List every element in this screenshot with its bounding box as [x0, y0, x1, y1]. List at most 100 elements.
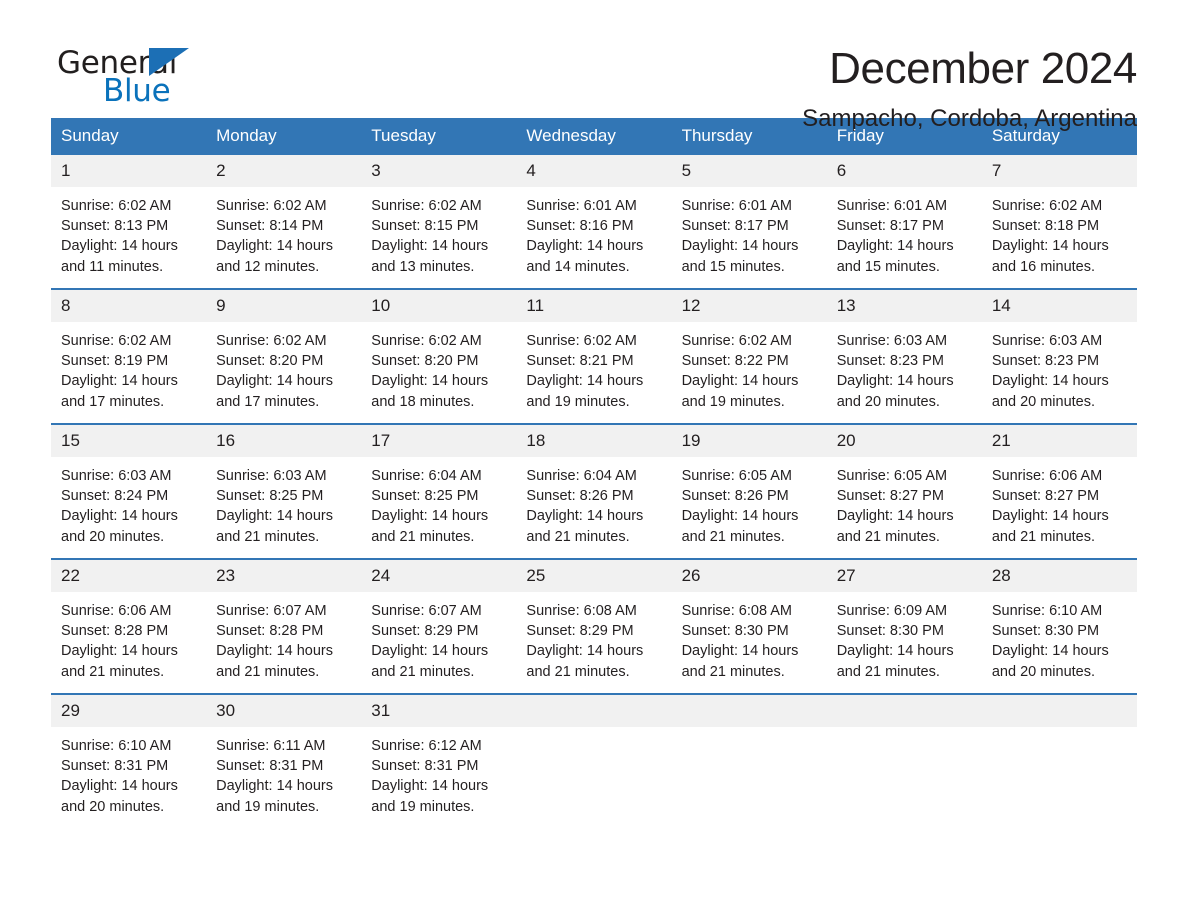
day-number: 7 — [981, 155, 1137, 187]
daylight-text-line1: Daylight: 14 hours — [61, 643, 178, 660]
day-cell[interactable]: 6 Sunrise: 6:01 AM Sunset: 8:17 PM Dayli… — [826, 155, 982, 289]
day-cell[interactable]: 19 Sunrise: 6:05 AM Sunset: 8:26 PM Dayl… — [671, 423, 827, 559]
day-number: 17 — [361, 425, 517, 457]
day-number: 13 — [826, 290, 982, 322]
day-cell[interactable]: 7 Sunrise: 6:02 AM Sunset: 8:18 PM Dayli… — [981, 155, 1137, 289]
daylight-text-line1: Daylight: 14 hours — [216, 778, 334, 795]
day-cell[interactable]: 2 Sunrise: 6:02 AM Sunset: 8:14 PM Dayli… — [206, 155, 362, 289]
day-info: Sunrise: 6:02 AM Sunset: 8:18 PM Dayligh… — [982, 187, 1137, 277]
day-info: Sunrise: 6:03 AM Sunset: 8:24 PM Dayligh… — [51, 457, 206, 547]
day-cell[interactable]: 14 Sunrise: 6:03 AM Sunset: 8:23 PM Dayl… — [981, 288, 1137, 424]
day-number: 23 — [206, 560, 362, 592]
day-cell[interactable]: 16 Sunrise: 6:03 AM Sunset: 8:25 PM Dayl… — [206, 423, 362, 559]
sunrise-text: Sunrise: 6:02 AM — [216, 198, 327, 214]
sunset-text: Sunset: 8:30 PM — [991, 623, 1100, 640]
calendar-page: General Blue December 2024 Sampacho, Cor… — [0, 0, 1188, 918]
day-number: 20 — [826, 425, 982, 457]
day-number: 8 — [51, 290, 207, 322]
day-cell[interactable]: 13 Sunrise: 6:03 AM Sunset: 8:23 PM Dayl… — [826, 288, 982, 424]
day-cell[interactable]: 15 Sunrise: 6:03 AM Sunset: 8:24 PM Dayl… — [51, 423, 207, 559]
daylight-text-line1: Daylight: 14 hours — [836, 643, 954, 660]
day-cell[interactable]: 9 Sunrise: 6:02 AM Sunset: 8:20 PM Dayli… — [206, 288, 362, 424]
logo-text-blue: Blue — [103, 73, 171, 109]
daylight-text-line2: and 21 minutes. — [836, 663, 940, 680]
daylight-text-line2: and 21 minutes. — [371, 663, 475, 680]
day-info: Sunrise: 6:03 AM Sunset: 8:25 PM Dayligh… — [206, 457, 361, 547]
sunrise-text: Sunrise: 6:11 AM — [216, 738, 326, 754]
day-info: Sunrise: 6:08 AM Sunset: 8:29 PM Dayligh… — [516, 592, 671, 682]
day-cell[interactable]: 24 Sunrise: 6:07 AM Sunset: 8:29 PM Dayl… — [361, 558, 517, 694]
day-info: Sunrise: 6:12 AM Sunset: 8:31 PM Dayligh… — [361, 727, 516, 817]
day-cell[interactable]: 31 Sunrise: 6:12 AM Sunset: 8:31 PM Dayl… — [361, 693, 517, 828]
day-number: 24 — [361, 560, 517, 592]
sunset-text: Sunset: 8:23 PM — [836, 353, 944, 370]
day-info — [516, 727, 671, 736]
sunrise-text: Sunrise: 6:02 AM — [61, 333, 172, 349]
day-cell[interactable]: 20 Sunrise: 6:05 AM Sunset: 8:27 PM Dayl… — [826, 423, 982, 559]
daylight-text-line2: and 17 minutes. — [216, 393, 320, 410]
sunrise-text: Sunrise: 6:09 AM — [836, 603, 948, 619]
daylight-text-line2: and 21 minutes. — [371, 528, 475, 545]
day-cell[interactable]: 10 Sunrise: 6:02 AM Sunset: 8:20 PM Dayl… — [361, 288, 517, 424]
day-number — [516, 695, 672, 727]
sunrise-text: Sunrise: 6:02 AM — [371, 198, 482, 214]
day-number — [981, 695, 1137, 727]
sunset-text: Sunset: 8:27 PM — [991, 488, 1100, 505]
sunrise-text: Sunrise: 6:03 AM — [61, 468, 172, 484]
day-number: 14 — [981, 290, 1137, 322]
generalblue-logo[interactable]: General Blue — [51, 44, 201, 116]
day-cell[interactable]: 30 Sunrise: 6:11 AM Sunset: 8:31 PM Dayl… — [206, 693, 362, 828]
day-cell[interactable]: 28 Sunrise: 6:10 AM Sunset: 8:30 PM Dayl… — [981, 558, 1137, 694]
day-cell[interactable]: 29 Sunrise: 6:10 AM Sunset: 8:31 PM Dayl… — [51, 693, 207, 828]
day-cell[interactable]: 27 Sunrise: 6:09 AM Sunset: 8:30 PM Dayl… — [826, 558, 982, 694]
day-cell[interactable]: 12 Sunrise: 6:02 AM Sunset: 8:22 PM Dayl… — [671, 288, 827, 424]
day-cell[interactable]: 11 Sunrise: 6:02 AM Sunset: 8:21 PM Dayl… — [516, 288, 672, 424]
calendar-week-row: 29 Sunrise: 6:10 AM Sunset: 8:31 PM Dayl… — [51, 693, 1137, 828]
sunrise-text: Sunrise: 6:03 AM — [991, 333, 1103, 349]
day-cell[interactable]: 18 Sunrise: 6:04 AM Sunset: 8:26 PM Dayl… — [516, 423, 672, 559]
daylight-text-line2: and 20 minutes. — [991, 663, 1096, 680]
day-info: Sunrise: 6:03 AM Sunset: 8:23 PM Dayligh… — [827, 322, 982, 412]
day-info: Sunrise: 6:08 AM Sunset: 8:30 PM Dayligh… — [672, 592, 827, 682]
day-cell[interactable]: 1 Sunrise: 6:02 AM Sunset: 8:13 PM Dayli… — [51, 155, 207, 289]
day-cell[interactable]: 4 Sunrise: 6:01 AM Sunset: 8:16 PM Dayli… — [516, 155, 672, 289]
daylight-text-line1: Daylight: 14 hours — [991, 643, 1109, 660]
daylight-text-line1: Daylight: 14 hours — [836, 373, 954, 390]
sunset-text: Sunset: 8:31 PM — [371, 758, 479, 775]
day-info: Sunrise: 6:05 AM Sunset: 8:27 PM Dayligh… — [827, 457, 982, 547]
daylight-text-line1: Daylight: 14 hours — [61, 373, 178, 390]
daylight-text-line2: and 21 minutes. — [681, 528, 785, 545]
sunrise-text: Sunrise: 6:08 AM — [681, 603, 792, 619]
daylight-text-line1: Daylight: 14 hours — [371, 643, 489, 660]
sunset-text: Sunset: 8:17 PM — [836, 218, 944, 235]
daylight-text-line1: Daylight: 14 hours — [526, 643, 644, 660]
day-cell[interactable]: 21 Sunrise: 6:06 AM Sunset: 8:27 PM Dayl… — [981, 423, 1137, 559]
day-cell[interactable]: 17 Sunrise: 6:04 AM Sunset: 8:25 PM Dayl… — [361, 423, 517, 559]
daylight-text-line2: and 20 minutes. — [991, 393, 1096, 410]
daylight-text-line2: and 20 minutes. — [836, 393, 940, 410]
daylight-text-line2: and 21 minutes. — [526, 663, 630, 680]
sunset-text: Sunset: 8:25 PM — [216, 488, 324, 505]
day-cell[interactable]: 23 Sunrise: 6:07 AM Sunset: 8:28 PM Dayl… — [206, 558, 362, 694]
day-info: Sunrise: 6:02 AM Sunset: 8:20 PM Dayligh… — [361, 322, 516, 412]
sunrise-text: Sunrise: 6:08 AM — [526, 603, 637, 619]
daylight-text-line1: Daylight: 14 hours — [216, 238, 334, 255]
day-number: 9 — [206, 290, 362, 322]
day-cell[interactable]: 5 Sunrise: 6:01 AM Sunset: 8:17 PM Dayli… — [671, 155, 827, 289]
day-cell[interactable]: 22 Sunrise: 6:06 AM Sunset: 8:28 PM Dayl… — [51, 558, 207, 694]
day-cell[interactable]: 26 Sunrise: 6:08 AM Sunset: 8:30 PM Dayl… — [671, 558, 827, 694]
daylight-text-line1: Daylight: 14 hours — [526, 373, 644, 390]
sunrise-text: Sunrise: 6:05 AM — [836, 468, 948, 484]
day-cell[interactable]: 25 Sunrise: 6:08 AM Sunset: 8:29 PM Dayl… — [516, 558, 672, 694]
day-number: 30 — [206, 695, 362, 727]
daylight-text-line2: and 21 minutes. — [216, 528, 320, 545]
sunset-text: Sunset: 8:14 PM — [216, 218, 324, 235]
sunset-text: Sunset: 8:20 PM — [371, 353, 479, 370]
day-cell[interactable]: 8 Sunrise: 6:02 AM Sunset: 8:19 PM Dayli… — [51, 288, 207, 424]
day-info — [672, 727, 827, 736]
sunrise-text: Sunrise: 6:02 AM — [216, 333, 327, 349]
sunset-text: Sunset: 8:26 PM — [681, 488, 789, 505]
daylight-text-line1: Daylight: 14 hours — [991, 508, 1109, 525]
day-cell[interactable]: 3 Sunrise: 6:02 AM Sunset: 8:15 PM Dayli… — [361, 155, 517, 289]
day-number: 28 — [981, 560, 1137, 592]
